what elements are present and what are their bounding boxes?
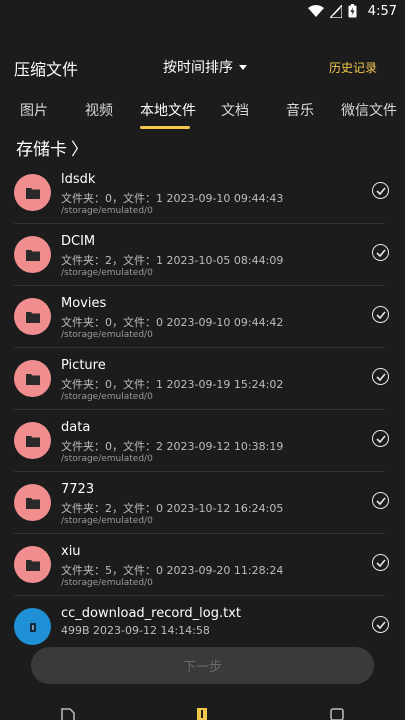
select-checkbox[interactable]	[372, 430, 389, 447]
breadcrumb[interactable]: 存储卡 〉	[16, 135, 88, 160]
folder-icon	[14, 174, 51, 211]
list-item[interactable]: DCIM 文件夹：2，文件：1 2023-10-05 08:44:09 /sto…	[0, 224, 405, 286]
file-meta: 文件夹：5，文件：0 2023-09-20 11:28:24	[61, 564, 284, 577]
status-icons	[308, 4, 357, 18]
battery-icon	[348, 4, 357, 18]
profile-nav-icon[interactable]	[330, 708, 344, 720]
file-meta: 文件夹：2，文件：0 2023-10-12 16:24:05	[61, 502, 284, 515]
file-name: 7723	[61, 482, 95, 497]
list-item[interactable]: Movies 文件夹：0，文件：0 2023-09-10 09:44:42 /s…	[0, 286, 405, 348]
file-name: cc_download_record_log.txt	[61, 606, 242, 621]
list-item[interactable]: data 文件夹：0，文件：2 2023-09-12 10:38:19 /sto…	[0, 410, 405, 472]
file-meta: 文件夹：2，文件：1 2023-10-05 08:44:09	[61, 254, 284, 267]
bottom-nav	[0, 708, 405, 720]
folder-icon	[14, 236, 51, 273]
check-icon	[375, 186, 386, 195]
folder-icon	[14, 422, 51, 459]
list-item[interactable]: Picture 文件夹：0，文件：1 2023-09-19 15:24:02 /…	[0, 348, 405, 410]
list-item[interactable]: xiu 文件夹：5，文件：0 2023-09-20 11:28:24 /stor…	[0, 534, 405, 596]
select-checkbox[interactable]	[372, 492, 389, 509]
check-icon	[375, 372, 386, 381]
check-icon	[375, 558, 386, 567]
file-path: /storage/emulated/0	[61, 392, 153, 402]
sort-dropdown[interactable]: 按时间排序	[163, 57, 247, 77]
check-icon	[375, 434, 386, 443]
chevron-right-icon: 〉	[71, 140, 88, 160]
tab-local-files[interactable]: 本地文件	[140, 100, 196, 120]
select-checkbox[interactable]	[372, 554, 389, 571]
file-path: /storage/emulated/0	[61, 578, 153, 588]
check-icon	[375, 620, 386, 629]
file-name: Picture	[61, 358, 106, 373]
select-checkbox[interactable]	[372, 616, 389, 633]
file-path: /storage/emulated/0	[61, 268, 153, 278]
file-path: /storage/emulated/0	[61, 206, 153, 216]
check-icon	[375, 496, 386, 505]
file-meta: 文件夹：0，文件：0 2023-09-10 09:44:42	[61, 316, 284, 329]
folder-icon	[14, 298, 51, 335]
select-checkbox[interactable]	[372, 306, 389, 323]
active-tab-indicator	[140, 126, 190, 129]
tab-videos[interactable]: 视频	[85, 100, 113, 120]
tab-music[interactable]: 音乐	[286, 100, 314, 120]
file-meta: 499B 2023-09-12 14:14:58	[61, 624, 210, 637]
check-icon	[375, 248, 386, 257]
select-checkbox[interactable]	[372, 244, 389, 261]
history-button[interactable]: 历史记录	[329, 59, 377, 76]
file-meta: 文件夹：0，文件：1 2023-09-19 15:24:02	[61, 378, 284, 391]
file-meta: 文件夹：0，文件：2 2023-09-12 10:38:19	[61, 440, 284, 453]
tab-documents[interactable]: 文档	[221, 100, 249, 120]
list-item[interactable]: 7723 文件夹：2，文件：0 2023-10-12 16:24:05 /sto…	[0, 472, 405, 534]
folder-icon	[14, 360, 51, 397]
folder-icon	[14, 546, 51, 583]
file-list: ldsdk 文件夹：0，文件：1 2023-09-10 09:44:43 /st…	[0, 162, 405, 658]
breadcrumb-storage[interactable]: 存储卡	[16, 135, 67, 160]
file-name: ldsdk	[61, 172, 96, 187]
signal-icon	[330, 4, 342, 18]
archive-nav-icon[interactable]	[196, 708, 208, 720]
file-name: data	[61, 420, 91, 435]
tab-images[interactable]: 图片	[20, 100, 48, 120]
file-path: /storage/emulated/0	[61, 516, 153, 526]
file-meta: 文件夹：0，文件：1 2023-09-10 09:44:43	[61, 192, 284, 205]
file-path: /storage/emulated/0	[61, 454, 153, 464]
file-nav-icon[interactable]	[61, 708, 75, 720]
category-tabs: 图片 视频 本地文件 文档 音乐 微信文件	[0, 96, 405, 130]
check-icon	[375, 310, 386, 319]
document-icon	[14, 608, 51, 645]
file-name: DCIM	[61, 234, 96, 249]
caret-down-icon	[239, 64, 247, 70]
list-item[interactable]: ldsdk 文件夹：0，文件：1 2023-09-10 09:44:43 /st…	[0, 162, 405, 224]
wifi-icon	[308, 4, 324, 17]
status-time: 4:57	[367, 4, 397, 19]
folder-icon	[14, 484, 51, 521]
select-checkbox[interactable]	[372, 182, 389, 199]
tab-wechat-files[interactable]: 微信文件	[341, 100, 397, 120]
file-name: xiu	[61, 544, 81, 559]
sort-label: 按时间排序	[163, 60, 233, 76]
file-path: /storage/emulated/0	[61, 330, 153, 340]
file-name: Movies	[61, 296, 107, 311]
next-button[interactable]: 下一步	[31, 647, 374, 684]
status-bar: 4:57	[0, 0, 405, 24]
page-title: 压缩文件	[14, 60, 79, 79]
header: 压缩文件 按时间排序 历史记录	[0, 52, 405, 84]
select-checkbox[interactable]	[372, 368, 389, 385]
